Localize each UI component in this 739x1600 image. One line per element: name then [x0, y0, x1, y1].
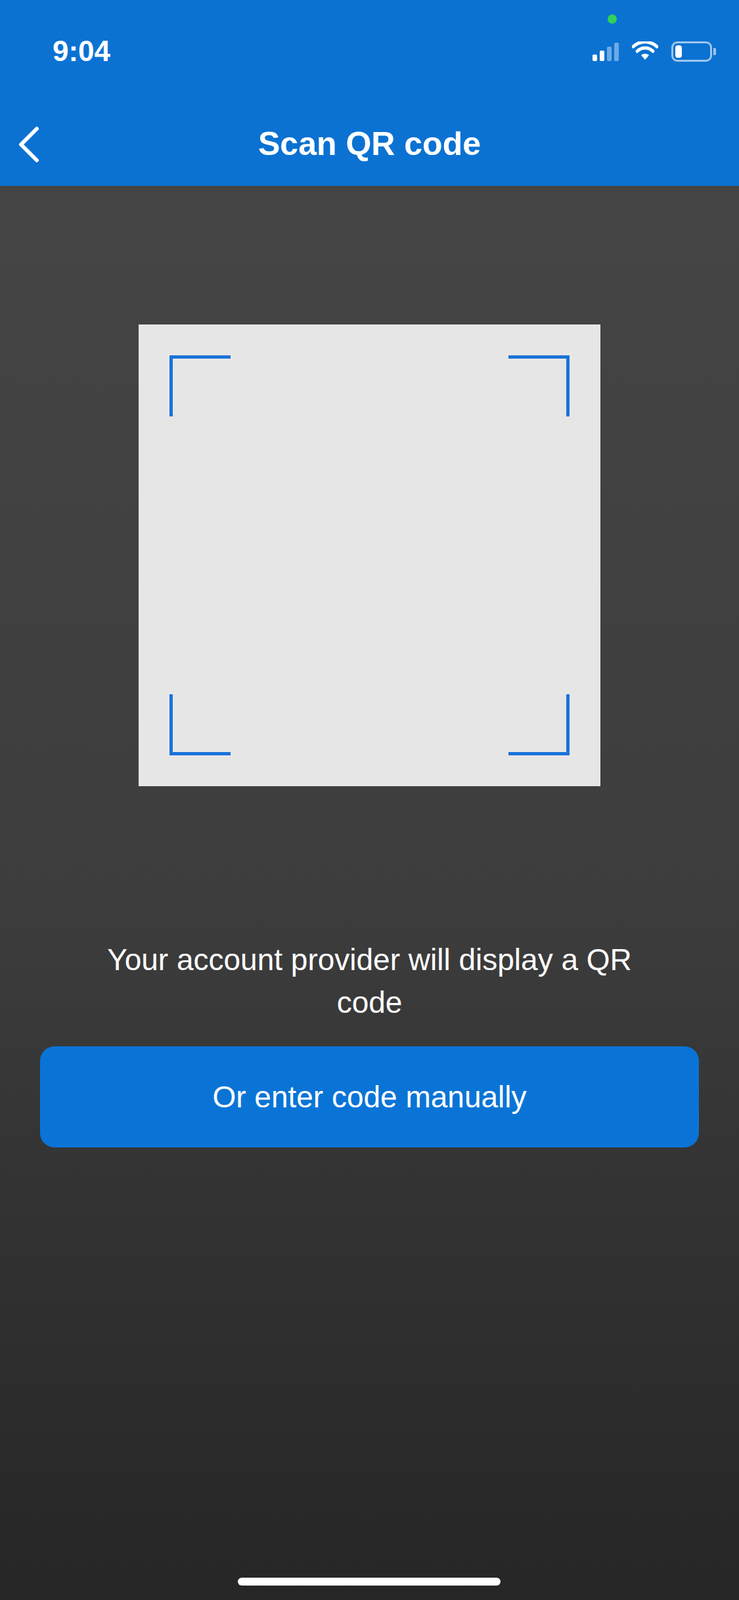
enter-code-manually-button[interactable]: Or enter code manually — [40, 1046, 699, 1148]
back-chevron-icon[interactable] — [15, 124, 43, 165]
viewfinder-corner — [508, 694, 570, 756]
scanner-hint: Your account provider will display a QR … — [87, 938, 653, 1025]
app-screen: 9:04 Scan QR code Your account provider wi… — [0, 0, 739, 1600]
camera-indicator-icon — [607, 14, 617, 24]
wifi-icon — [631, 41, 659, 62]
home-indicator — [237, 1577, 501, 1586]
nav-bar: Scan QR code — [0, 102, 739, 186]
viewfinder-corner — [169, 694, 231, 756]
signal-bar — [614, 42, 619, 62]
signal-bar — [606, 46, 612, 62]
status-time: 9:04 — [52, 29, 111, 73]
status-bar: 9:04 — [0, 0, 739, 103]
camera-view: Your account provider will display a QR … — [0, 185, 739, 1600]
battery-icon — [671, 41, 717, 62]
signal-bar — [592, 54, 598, 62]
signal-bar — [599, 50, 605, 62]
header: 9:04 Scan QR code — [0, 0, 739, 186]
signal-icon — [592, 41, 619, 62]
viewfinder — [138, 324, 601, 787]
viewfinder-corner — [169, 355, 231, 417]
viewfinder-corner — [508, 355, 570, 417]
battery-fill — [675, 45, 682, 58]
nav-title: Scan QR code — [258, 119, 481, 169]
